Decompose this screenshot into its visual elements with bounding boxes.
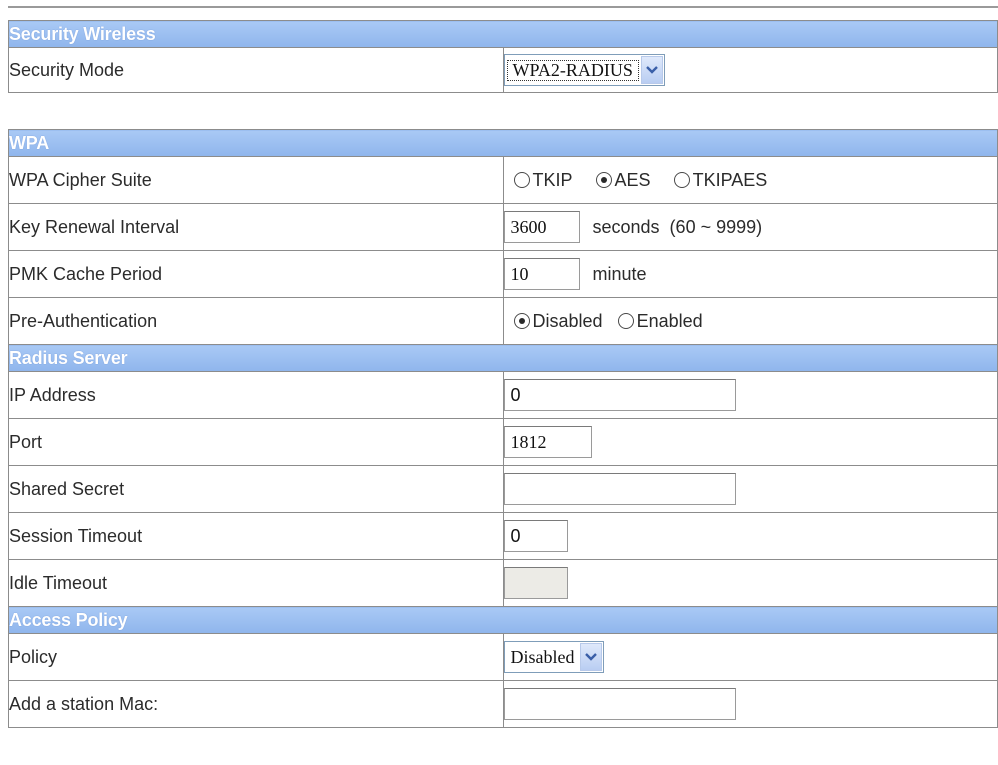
chevron-down-icon (580, 643, 603, 671)
key-renewal-input[interactable]: 3600 (503, 211, 580, 243)
section-header-access-policy: Access Policy (8, 606, 998, 634)
policy-select[interactable]: Disabled (503, 641, 605, 673)
shared-secret-label: Shared Secret (8, 465, 504, 513)
radio-pre-auth-enabled-label: Enabled (636, 310, 703, 331)
cipher-suite-label: WPA Cipher Suite (8, 156, 504, 204)
port-input[interactable]: 1812 (503, 426, 592, 458)
security-mode-value: WPA2-RADIUS (505, 58, 641, 83)
pmk-cache-input[interactable]: 10 (503, 258, 580, 290)
radio-tkipaes[interactable] (673, 172, 690, 189)
ip-address-label: IP Address (8, 371, 504, 419)
pre-auth-label: Pre-Authentication (8, 297, 504, 345)
security-mode-label: Security Mode (8, 47, 504, 93)
pmk-cache-unit: minute (592, 263, 647, 284)
pre-auth-options: Disabled Enabled (502, 297, 998, 345)
radio-tkipaes-label: TKIPAES (692, 169, 768, 190)
chevron-down-icon (640, 56, 663, 84)
policy-value: Disabled (510, 646, 575, 667)
top-divider (8, 6, 998, 8)
security-mode-select[interactable]: WPA2-RADIUS (503, 54, 665, 86)
ip-address-input[interactable]: 0 (503, 379, 736, 411)
radio-pre-auth-disabled-label: Disabled (532, 310, 603, 331)
cipher-suite-options: TKIP AES TKIPAES (502, 156, 998, 204)
port-label: Port (8, 418, 504, 466)
radio-tkip-label: TKIP (532, 169, 573, 190)
security-wireless-table: Security Wireless Security Mode WPA2-RAD… (8, 20, 998, 93)
section-header-radius-server: Radius Server (8, 344, 998, 372)
key-renewal-label: Key Renewal Interval (8, 203, 504, 251)
pmk-cache-label: PMK Cache Period (8, 250, 504, 298)
radio-pre-auth-disabled[interactable] (513, 313, 530, 330)
shared-secret-input[interactable] (503, 473, 736, 505)
radio-aes-label: AES (614, 169, 651, 190)
section-header-wpa: WPA (8, 129, 998, 157)
section-header-security-wireless: Security Wireless (8, 20, 998, 48)
radio-pre-auth-enabled[interactable] (617, 313, 634, 330)
station-mac-label: Add a station Mac: (8, 680, 504, 728)
session-timeout-label: Session Timeout (8, 512, 504, 560)
radio-tkip[interactable] (513, 172, 530, 189)
idle-timeout-input (503, 567, 568, 599)
policy-label: Policy (8, 633, 504, 681)
idle-timeout-label: Idle Timeout (8, 559, 504, 607)
station-mac-input[interactable] (503, 688, 736, 720)
key-renewal-unit: seconds (60 ~ 9999) (592, 216, 763, 237)
wpa-settings-table: WPA WPA Cipher Suite TKIP AES TKIPAES Ke… (8, 129, 998, 728)
session-timeout-input[interactable]: 0 (503, 520, 568, 552)
radio-aes[interactable] (595, 172, 612, 189)
